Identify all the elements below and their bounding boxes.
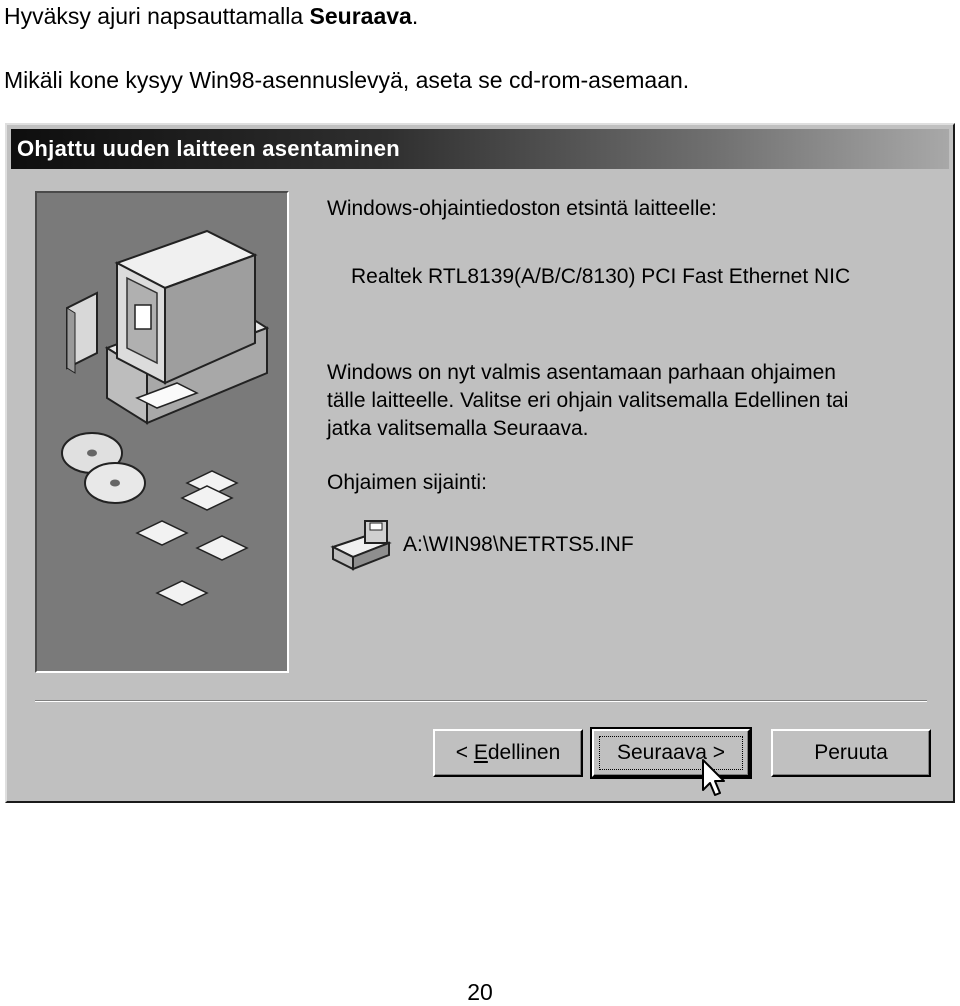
page-number: 20: [467, 979, 493, 1005]
back-button-mnemonic: E: [473, 741, 488, 764]
instruction-text: Hyväksy ajuri napsauttamalla: [4, 3, 310, 29]
instruction-line-1: Hyväksy ajuri napsauttamalla Seuraava.: [4, 2, 418, 30]
floppy-icon: [135, 470, 249, 606]
back-button-rest: dellinen: [487, 741, 561, 764]
instruction-bold-word: Seuraava: [309, 3, 412, 29]
cd-icon: [61, 432, 146, 504]
cancel-button[interactable]: Peruuta: [771, 729, 931, 777]
hardware-wizard-dialog: Ohjattu uuden laitteen asentaminen Windo…: [5, 123, 955, 803]
wizard-illustration-panel: [35, 191, 289, 673]
floppy-drive-icon: [330, 520, 392, 571]
mouse-cursor-icon: [702, 759, 725, 796]
back-button[interactable]: < Edellinen: [433, 729, 583, 777]
message-line-1: Windows on nyt valmis asentamaan parhaan…: [327, 361, 836, 384]
dialog-title-bar[interactable]: Ohjattu uuden laitteen asentaminen: [11, 129, 949, 169]
instruction-line-2: Mikäli kone kysyy Win98-asennuslevyä, as…: [4, 67, 690, 93]
search-label: Windows-ohjaintiedoston etsintä laitteel…: [327, 197, 717, 220]
back-button-prefix: <: [455, 741, 474, 764]
driver-location-label: Ohjaimen sijainti:: [327, 471, 487, 494]
computer-illustration: [61, 229, 270, 606]
instruction-period: .: [411, 3, 419, 29]
device-name: Realtek RTL8139(A/B/C/8130) PCI Fast Eth…: [351, 265, 851, 288]
message-line-2: tälle laitteelle. Valitse eri ohjain val…: [327, 389, 849, 412]
message-line-3: jatka valitsemalla Seuraava.: [327, 417, 589, 440]
driver-path: A:\WIN98\NETRTS5.INF: [403, 533, 634, 556]
button-divider: [35, 700, 927, 702]
